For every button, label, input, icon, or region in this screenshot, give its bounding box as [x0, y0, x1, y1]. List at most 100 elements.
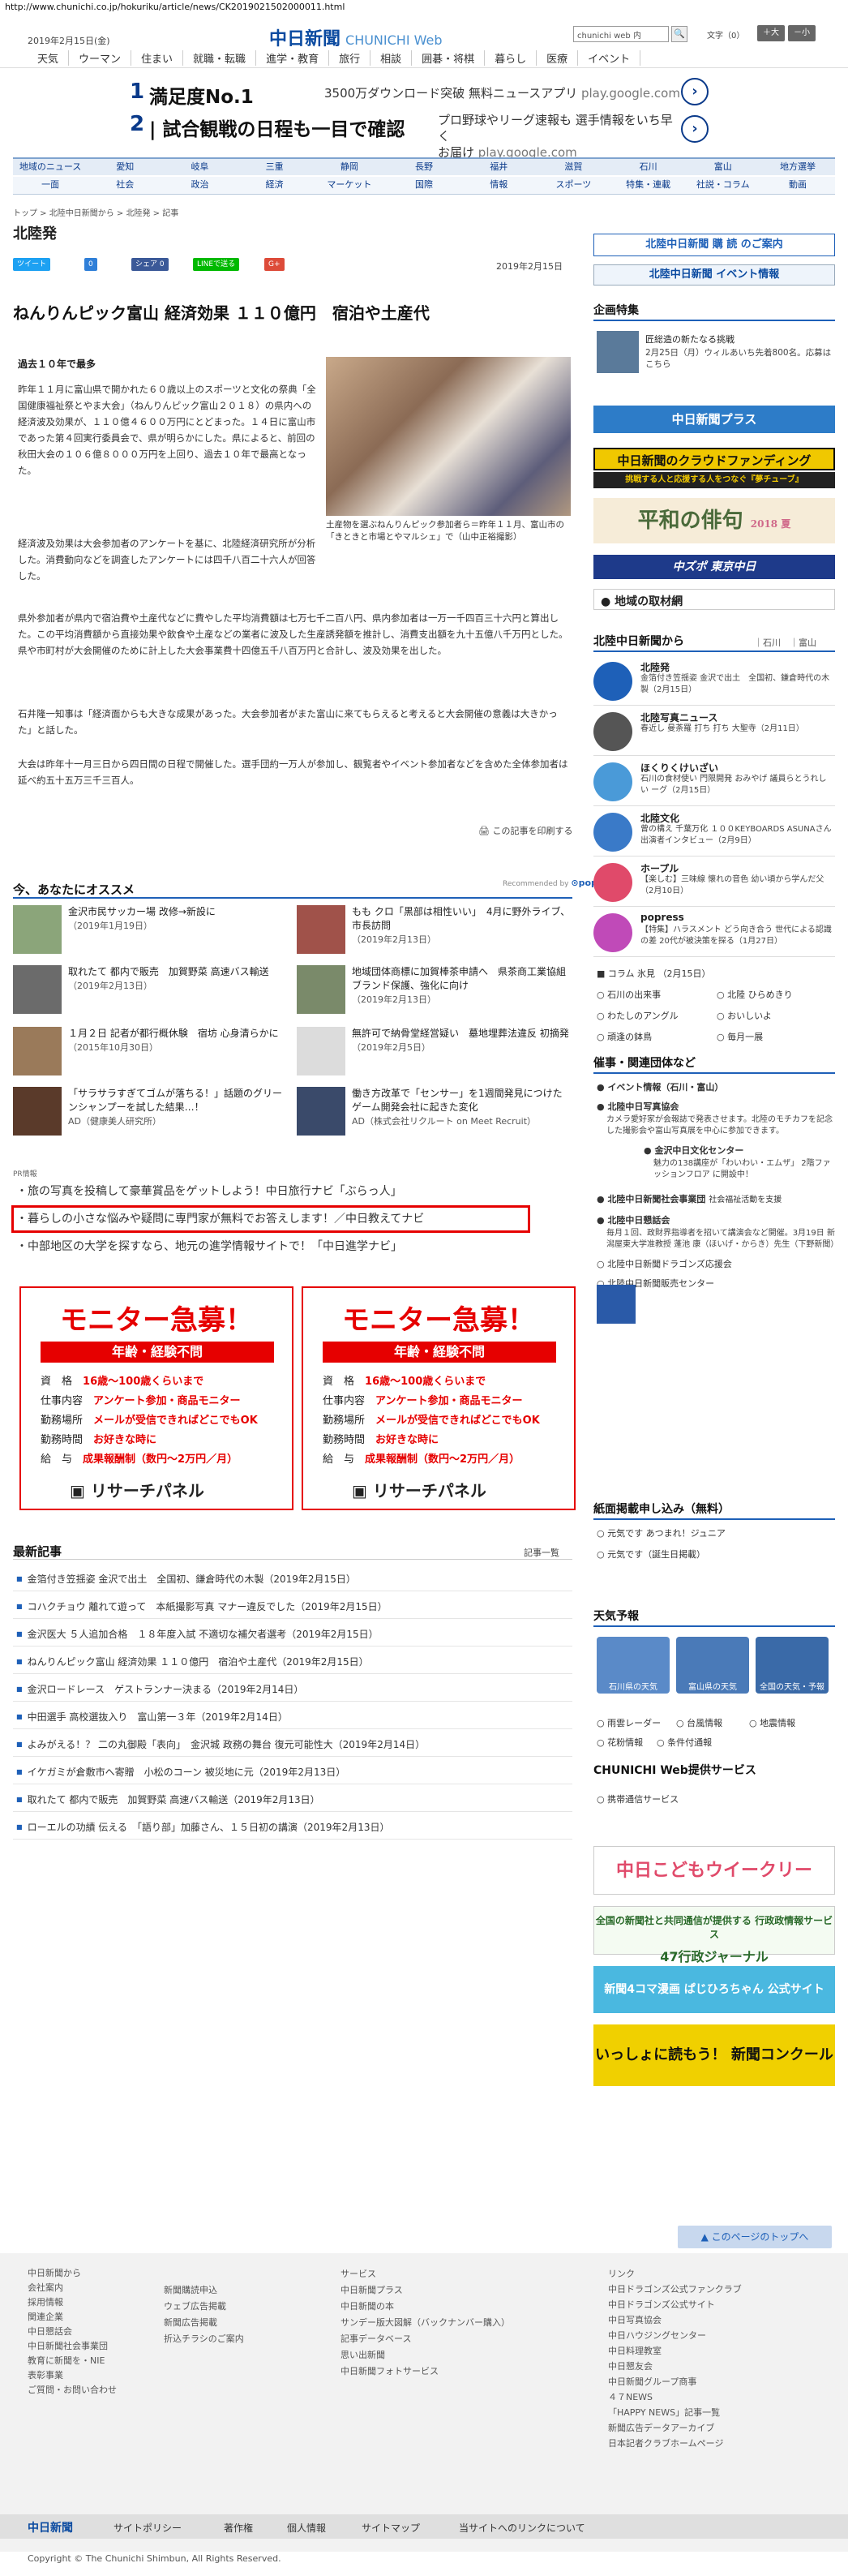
recommend-item[interactable]: 金沢市民サッカー場 改修→新設に （2019年1月19日） [13, 905, 289, 957]
latest-item[interactable]: ねんりんピック富山 経済効果 １１０億円 宿泊や土産代（2019年2月15日） [13, 1650, 572, 1674]
gnav-item[interactable]: 就職・転職 [183, 50, 257, 66]
footer-link[interactable]: 日本記者クラブホームページ [608, 2436, 742, 2451]
subscribe-banner[interactable]: 北陸中日新聞 購 読 のご案内 [593, 234, 835, 256]
footer-link[interactable]: 中日懇話会 [28, 2325, 117, 2339]
category-nav-item[interactable]: 情報 [461, 177, 536, 194]
footer-bar-link[interactable]: 当サイトへのリンクについて [459, 2521, 585, 2535]
footer-link[interactable]: 関連企業 [28, 2310, 117, 2325]
footer-link[interactable]: 中日懇友会 [608, 2359, 742, 2374]
side-link[interactable]: ○ わたしのアングル [597, 1009, 679, 1022]
footer-bar-link[interactable]: サイトマップ [362, 2521, 420, 2535]
haiku-banner[interactable]: 平和の俳句 2018 夏 [593, 498, 835, 543]
hatena-button[interactable]: 0 [84, 258, 97, 271]
footer-link[interactable]: 中日写真協会 [608, 2312, 742, 2328]
category-nav-item[interactable]: スポーツ [536, 177, 610, 194]
region-nav-item[interactable]: 滋賀 [536, 159, 610, 175]
kyosai-item[interactable]: ● 金沢中日文化センター [644, 1144, 835, 1157]
category-nav-item[interactable]: 国際 [387, 177, 461, 194]
monitor-ad[interactable]: モニター急募！ 年齢・経験不問 資 格 16歳～100歳くらいまで 仕事内容 ア… [19, 1286, 293, 1510]
footer-link[interactable]: 記事データベース [340, 2331, 510, 2347]
hokuriku-item[interactable]: ほくりくけいざい 石川の食材使い 門限開発 おみやげ 議員らとうれしい ーグ（2月… [593, 759, 835, 806]
tokyo-chunichi-banner[interactable]: 中ズポ 東京中日 [593, 555, 835, 579]
region-nav-item[interactable]: 三重 [238, 159, 312, 175]
hokuriku-item[interactable]: ホープル 【楽しむ】三味線 懐れの音色 幼い頃から学んだ父（2月10日） [593, 860, 835, 907]
category-nav-item[interactable]: 動画 [760, 177, 835, 194]
footer-link[interactable]: 採用情報 [28, 2295, 117, 2310]
kikaku-thumb[interactable] [597, 331, 639, 373]
weather-link[interactable]: ○ 条件付通報 [657, 1736, 712, 1749]
site-logo[interactable]: 中日新聞 CHUNICHI Web [269, 24, 443, 50]
footer-link[interactable]: 中日ドラゴンズ公式サイト [608, 2297, 742, 2312]
recommend-item[interactable]: 働き方改革で「センサー」を1週間発見につけたゲーム開発会社に起きた変化 AD（株式… [297, 1087, 572, 1139]
latest-item[interactable]: よみがえる！？ 二の丸御殿「表向」 金沢城 政務の舞台 復元可能性大（2019年… [13, 1732, 572, 1757]
google-plus-button[interactable]: G+ [264, 258, 285, 271]
kodomo-banner[interactable]: 中日こどもウイークリー [593, 1846, 835, 1895]
footer-link[interactable]: 中日新聞プラス [340, 2282, 510, 2299]
kikaku-item[interactable]: 匠総造の新たなる挑戦 [645, 333, 735, 346]
article-photo[interactable] [326, 357, 571, 516]
gyosei-banner[interactable]: 全国の新聞社と共同通信が提供する 行政政情報サービス 47行政ジャーナル [593, 1906, 835, 1964]
region-nav-item[interactable]: 岐阜 [162, 159, 237, 175]
latest-item[interactable]: コハクチョウ 離れて遊って 本紙撮影写真 マナー違反でした（2019年2月15日… [13, 1595, 572, 1619]
latest-item[interactable]: 金箔付き笠揺姿 金沢で出土 全国初、鎌倉時代の木製（2019年2月15日） [13, 1567, 572, 1591]
footer-link[interactable]: サンデー版大図解（バックナンバー購入） [340, 2315, 510, 2331]
facebook-share-button[interactable]: シェア 0 [131, 258, 169, 271]
recommend-item[interactable]: １月２日 記者が都行概休験 宿坊 心身清らかに （2015年10月30日） [13, 1027, 289, 1079]
region-nav-item[interactable]: 静岡 [312, 159, 387, 175]
kyosai-item[interactable]: ● 北陸中日写真協会 [597, 1100, 835, 1113]
weather-link[interactable]: ○ 地震情報 [749, 1716, 795, 1729]
gnav-item[interactable]: 旅行 [329, 50, 371, 66]
side-link[interactable]: ■ コラム 氷見 （2月15日） [597, 967, 711, 980]
recommend-item[interactable]: 地域団体商標に加賀棒茶申請へ 県茶商工業協組 ブランド保護、強化に向け （2019… [297, 965, 572, 1017]
paper-link[interactable]: ○ 元気です あつまれ！ジュニア [597, 1526, 726, 1539]
gnav-item[interactable]: 相談 [370, 50, 413, 66]
weather-ishikawa[interactable]: 石川県の天気 [597, 1637, 670, 1694]
latest-item[interactable]: 取れたて 都内で販売 加賀野菜 高速バス輸送（2019年2月13日） [13, 1788, 572, 1812]
plus-banner[interactable]: 中日新聞プラス [593, 406, 835, 433]
category-nav-item[interactable]: 一面 [13, 177, 88, 194]
footer-link[interactable]: 表彰事業 [28, 2368, 117, 2383]
service-link[interactable]: ○ 携帯通信サービス [597, 1792, 679, 1805]
category-nav-item[interactable]: 特集・連載 [611, 177, 686, 194]
gnav-item[interactable]: 囲碁・将棋 [412, 50, 486, 66]
footer-link[interactable]: 折込チラシのご案内 [164, 2331, 244, 2347]
recommend-item[interactable]: 「サラサラすぎてゴムが落ちる！」話題のグリーンシャンプーを試した結果…！ AD（健… [13, 1087, 289, 1139]
weather-national[interactable]: 全国の天気・予報 [756, 1637, 829, 1694]
hokuriku-item[interactable]: 北陸写真ニュース 春近し 曼荼羅 打ち 打ち 大聖寺（2月11日） [593, 709, 835, 756]
category-nav-item[interactable]: 政治 [162, 177, 237, 194]
region-nav-item[interactable]: 富山 [686, 159, 760, 175]
footer-bar-link[interactable]: サイトポリシー [113, 2521, 182, 2535]
side-link[interactable]: ○ 石川の出来事 [597, 988, 661, 1001]
footer-link[interactable]: 中日ハウジングセンター [608, 2328, 742, 2343]
region-nav-item[interactable]: 地方選挙 [760, 159, 835, 175]
latest-more-link[interactable]: 記事一覧 [524, 1546, 559, 1559]
category-nav-item[interactable]: 社説・コラム [686, 177, 760, 194]
side-link[interactable]: ○ 北陸 ひらめきり [717, 988, 793, 1001]
footer-link[interactable]: 教育に新聞を・NIE [28, 2354, 117, 2368]
footer-link[interactable]: 新聞購読申込 [164, 2282, 244, 2299]
category-nav-item[interactable]: 経済 [238, 177, 312, 194]
recommend-item[interactable]: もも クロ「黒部は相性いい」 4月に野外ライブ、市長訪問 （2019年2月13日） [297, 905, 572, 957]
region-nav-item[interactable]: 長野 [387, 159, 461, 175]
ad-banner-1[interactable]: 1 満足度No.1 3500万ダウンロード突破 無料ニュースアプリ play.g… [130, 78, 713, 108]
gnav-item[interactable]: イベント [578, 50, 641, 66]
footer-link[interactable]: 中日ドラゴンズ公式ファンクラブ [608, 2282, 742, 2297]
page-top-button[interactable]: ▲ このページのトップへ [678, 2226, 832, 2248]
footer-link[interactable]: ウェブ広告掲載 [164, 2299, 244, 2315]
kyosai-item[interactable]: ● イベント情報（石川・富山） [597, 1080, 835, 1100]
tweet-button[interactable]: ツイート [13, 258, 51, 271]
hokuriku-tabs[interactable]: ｜石川 ｜富山 [754, 636, 816, 649]
nie-banner[interactable]: いっしょに読もう！ 新聞コンクール [593, 2024, 835, 2086]
category-nav-item[interactable]: 社会 [88, 177, 162, 194]
weather-link[interactable]: ○ 雨雲レーダー [597, 1716, 661, 1729]
footer-bar-link[interactable]: 著作権 [224, 2521, 253, 2535]
ad-banner-2[interactable]: 2 | 試合観戦の日程も一目で確認 プロ野球やリーグ速報も 選手情報をいち早くお… [130, 112, 713, 160]
footer-link[interactable]: 中日新聞グループ商事 [608, 2374, 742, 2389]
weather-toyama[interactable]: 富山県の天気 [676, 1637, 749, 1694]
region-nav-item[interactable]: 石川 [611, 159, 686, 175]
print-link[interactable]: 🖨 この記事を印刷する [478, 824, 572, 837]
paper-link[interactable]: ○ 元気です（誕生日掲載） [597, 1548, 705, 1561]
latest-item[interactable]: イケガミが倉敷市へ寄贈 小松のコーン 被災地に元（2019年2月13日） [13, 1760, 572, 1784]
hokuriku-item[interactable]: 北陸発 金箔付き笠揺姿 金沢で出土 全国初、鎌倉時代の木製（2月15日） [593, 659, 835, 706]
latest-item[interactable]: 金沢ロードレース ゲストランナー決まる（2019年2月14日） [13, 1677, 572, 1702]
